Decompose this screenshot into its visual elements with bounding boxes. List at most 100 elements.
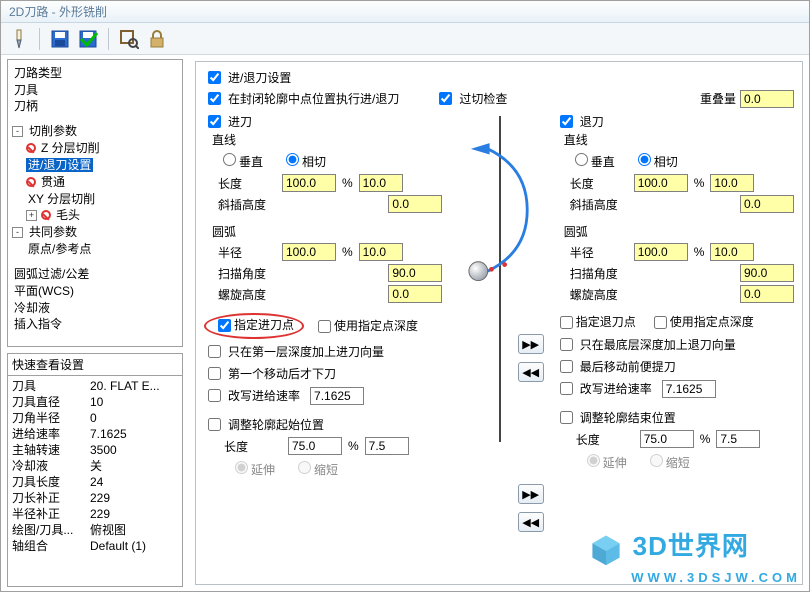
exit-perp-radio[interactable] xyxy=(575,153,588,166)
only-last-layer[interactable]: 只在最底层深度加上退刀向量 xyxy=(556,335,794,354)
exit-tangent-radio[interactable] xyxy=(638,153,651,166)
copy-left-button[interactable]: ◀◀ xyxy=(518,362,544,382)
tree-node[interactable]: XY 分层切削 xyxy=(26,192,97,206)
tree-node[interactable]: 毛头 xyxy=(54,208,82,222)
entry-tangent[interactable]: 相切 xyxy=(281,150,326,170)
entry-helix-input[interactable] xyxy=(388,285,442,303)
shorten-radio[interactable] xyxy=(298,461,311,474)
copy-left-button-2[interactable]: ◀◀ xyxy=(518,512,544,532)
tree-node[interactable]: 冷却液 xyxy=(12,301,52,315)
lead-preview-icon xyxy=(460,130,538,290)
tool-bit-icon[interactable] xyxy=(7,27,31,51)
tree-node[interactable]: Z 分层切削 xyxy=(39,141,102,155)
save-green-icon[interactable] xyxy=(76,27,100,51)
qv-key: 刀具长度 xyxy=(12,474,90,490)
tree-node[interactable]: 插入指令 xyxy=(12,317,64,331)
tree-node[interactable]: 原点/参考点 xyxy=(26,242,93,256)
exit-perp[interactable]: 垂直 xyxy=(570,150,615,170)
shorten-radio[interactable] xyxy=(650,454,663,467)
lead-enable[interactable]: 进/退刀设置 xyxy=(204,68,291,87)
spec-entry-pt-checkbox[interactable] xyxy=(218,319,231,332)
entry-feed-input[interactable] xyxy=(310,387,364,405)
toolpath-tree[interactable]: 刀路类型 刀具 刀柄 -切削参数 Z 分层切削 进/退刀设置 贯通 XY 分层切… xyxy=(7,59,183,347)
override-feed-in-checkbox[interactable] xyxy=(208,389,221,402)
exit-sweep-input[interactable] xyxy=(740,264,794,282)
exit-len-pct-input[interactable] xyxy=(634,174,688,192)
expander-icon[interactable]: + xyxy=(26,210,37,221)
exit-rad-pct-input[interactable] xyxy=(634,243,688,261)
adjust-start-pct-input[interactable] xyxy=(288,437,342,455)
gouge-check[interactable]: 过切检查 xyxy=(435,89,507,108)
override-feed-out-checkbox[interactable] xyxy=(560,382,573,395)
adjust-end-checkbox[interactable] xyxy=(560,411,573,424)
closed-midpoint[interactable]: 在封闭轮廓中点位置执行进/退刀 xyxy=(204,89,399,108)
tree-node[interactable]: 共同参数 xyxy=(27,225,79,239)
entry-tangent-radio[interactable] xyxy=(286,153,299,166)
tree-node[interactable]: 切削参数 xyxy=(27,124,79,138)
exit-helix-input[interactable] xyxy=(740,285,794,303)
tree-node[interactable]: 贯通 xyxy=(39,175,67,189)
use-pt-depth-exit-checkbox[interactable] xyxy=(654,316,667,329)
use-pt-depth[interactable]: 使用指定点深度 xyxy=(314,317,418,336)
adjust-start[interactable]: 调整轮廓起始位置 xyxy=(204,415,442,434)
only-last-layer-checkbox[interactable] xyxy=(560,338,573,351)
exit-ramp-input[interactable] xyxy=(740,195,794,213)
tree-node[interactable]: 圆弧过滤/公差 xyxy=(12,267,91,281)
last-move-retract-checkbox[interactable] xyxy=(560,360,573,373)
lock-icon[interactable] xyxy=(145,27,169,51)
shorten-option[interactable]: 缩短 xyxy=(645,451,690,471)
adjust-end[interactable]: 调整轮廓结束位置 xyxy=(556,408,794,427)
closed-midpoint-checkbox[interactable] xyxy=(208,92,221,105)
entry-checkbox[interactable] xyxy=(208,115,221,128)
adjust-start-checkbox[interactable] xyxy=(208,418,221,431)
tree-node-selected[interactable]: 进/退刀设置 xyxy=(26,158,93,172)
copy-right-button-2[interactable]: ▶▶ xyxy=(518,484,544,504)
tree-node[interactable]: 平面(WCS) xyxy=(12,284,76,298)
use-pt-depth-exit[interactable]: 使用指定点深度 xyxy=(650,313,754,332)
exit-feed-input[interactable] xyxy=(662,380,716,398)
entry-ramp-input[interactable] xyxy=(388,195,442,213)
last-move-retract[interactable]: 最后移动前便提刀 xyxy=(556,357,794,376)
first-move-plunge[interactable]: 第一个移动后才下刀 xyxy=(204,364,442,383)
spec-exit-pt-checkbox[interactable] xyxy=(560,316,573,329)
exit-checkbox[interactable] xyxy=(560,115,573,128)
tree-node[interactable]: 刀具 xyxy=(12,83,40,97)
overlap-input[interactable] xyxy=(740,90,794,108)
only-first-layer[interactable]: 只在第一层深度加上进刀向量 xyxy=(204,342,442,361)
shorten-option[interactable]: 缩短 xyxy=(293,458,338,478)
entry-sweep-input[interactable] xyxy=(388,264,442,282)
extend-option[interactable]: 延伸 xyxy=(230,458,275,478)
exit-enable[interactable]: 退刀 xyxy=(556,112,794,131)
entry-rad-pct-input[interactable] xyxy=(282,243,336,261)
tree-node[interactable]: 刀路类型 xyxy=(12,66,64,80)
entry-len-input[interactable] xyxy=(359,174,403,192)
exit-len-input[interactable] xyxy=(710,174,754,192)
spec-exit-pt[interactable]: 指定退刀点 xyxy=(556,313,636,332)
extend-option[interactable]: 延伸 xyxy=(582,451,627,471)
exit-rad-input[interactable] xyxy=(710,243,754,261)
save-icon[interactable] xyxy=(48,27,72,51)
first-move-plunge-checkbox[interactable] xyxy=(208,367,221,380)
only-first-layer-checkbox[interactable] xyxy=(208,345,221,358)
zoom-extents-icon[interactable] xyxy=(117,27,141,51)
extend-radio[interactable] xyxy=(235,461,248,474)
entry-len-pct-input[interactable] xyxy=(282,174,336,192)
use-pt-depth-checkbox[interactable] xyxy=(318,320,331,333)
entry-perp[interactable]: 垂直 xyxy=(218,150,263,170)
adjust-start-len-input[interactable] xyxy=(365,437,409,455)
entry-perp-radio[interactable] xyxy=(223,153,236,166)
entry-rad-input[interactable] xyxy=(359,243,403,261)
lead-enable-checkbox[interactable] xyxy=(208,71,221,84)
radius-label: 半径 xyxy=(218,244,278,261)
gouge-check-checkbox[interactable] xyxy=(439,92,452,105)
copy-right-button[interactable]: ▶▶ xyxy=(518,334,544,354)
entry-enable[interactable]: 进刀 xyxy=(204,112,442,131)
adjust-end-pct-input[interactable] xyxy=(640,430,694,448)
extend-radio[interactable] xyxy=(587,454,600,467)
expander-icon[interactable]: - xyxy=(12,126,23,137)
expander-icon[interactable]: - xyxy=(12,227,23,238)
exit-tangent[interactable]: 相切 xyxy=(633,150,678,170)
tree-node[interactable]: 刀柄 xyxy=(12,99,40,113)
adjust-start-mode: 延伸 缩短 xyxy=(230,458,442,478)
adjust-end-len-input[interactable] xyxy=(716,430,760,448)
